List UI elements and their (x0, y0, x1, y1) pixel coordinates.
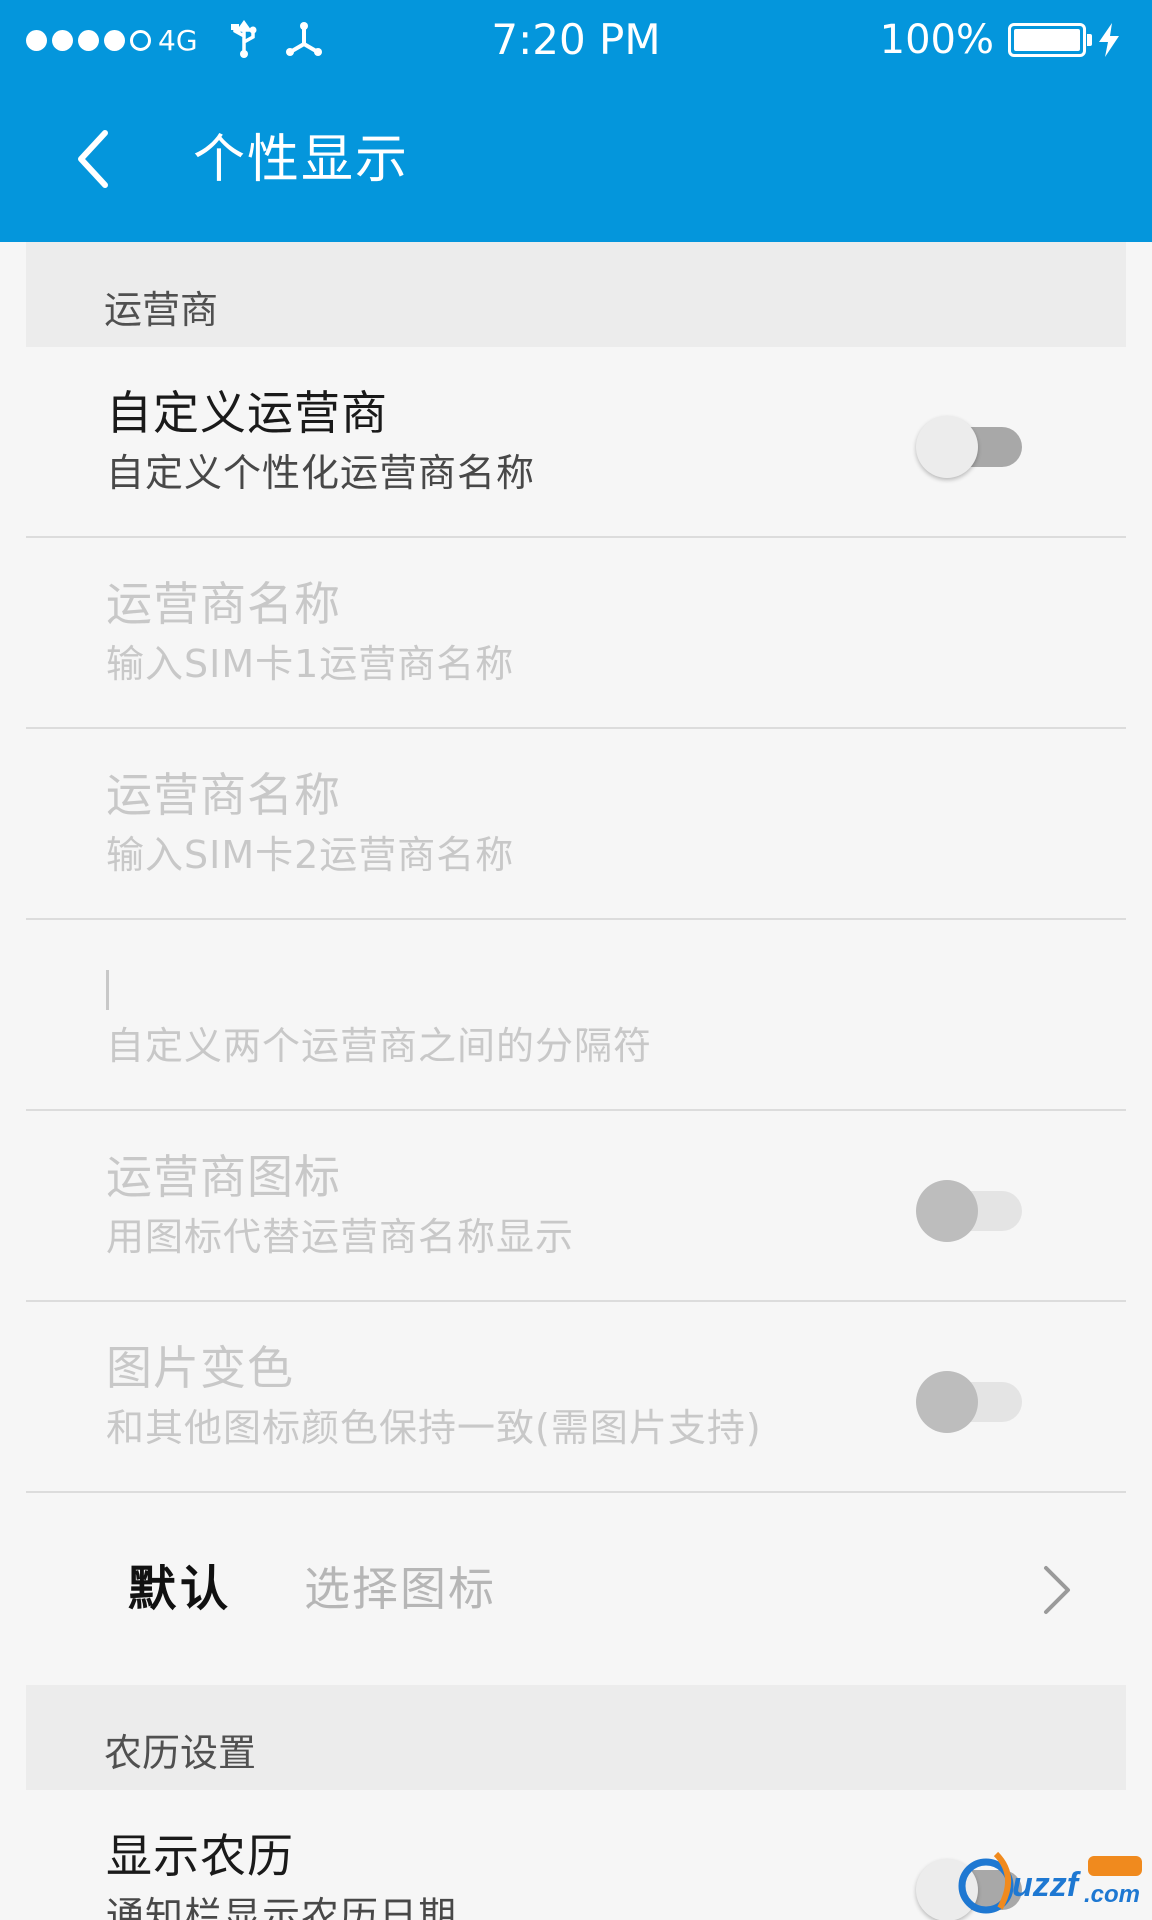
row-subtitle: 用图标代替运营商名称显示 (106, 1215, 575, 1259)
row-title: 运营商图标 (106, 1150, 341, 1204)
row-subtitle: 自定义个性化运营商名称 (106, 451, 536, 495)
sim2-carrier-name-row: 运营商名称 输入SIM卡2运营商名称 (26, 729, 1126, 920)
custom-carrier-row[interactable]: 自定义运营商 自定义个性化运营商名称 (26, 347, 1126, 538)
separator-value (106, 970, 109, 1010)
select-icon-row[interactable]: 默认 选择图标 (26, 1493, 1126, 1685)
app-bar: 个性显示 (0, 80, 1152, 242)
row-subtitle: 自定义两个运营商之间的分隔符 (106, 1024, 653, 1068)
chevron-left-icon (78, 130, 108, 188)
toggle-knob (916, 1371, 978, 1433)
select-icon-value: 选择图标 (304, 1562, 496, 1616)
row-subtitle: 输入SIM卡2运营商名称 (106, 833, 515, 877)
row-title: 运营商名称 (106, 768, 341, 822)
sim1-carrier-name-row: 运营商名称 输入SIM卡1运营商名称 (26, 538, 1126, 729)
custom-carrier-toggle[interactable] (916, 416, 1026, 478)
section-header-carrier: 运营商 (26, 242, 1126, 347)
toggle-knob (916, 1180, 978, 1242)
row-title: 自定义运营商 (106, 386, 388, 440)
svg-text:.com: .com (1084, 1881, 1140, 1908)
carrier-icon-toggle (916, 1180, 1026, 1242)
battery-icon (1008, 23, 1092, 57)
back-button[interactable] (58, 118, 128, 200)
charging-icon (1099, 23, 1119, 57)
row-subtitle: 通知栏显示农历日期 (106, 1894, 458, 1920)
row-subtitle: 输入SIM卡1运营商名称 (106, 642, 515, 686)
row-title: 图片变色 (106, 1341, 294, 1395)
battery-percent: 100% (879, 17, 994, 63)
row-title: 显示农历 (106, 1829, 294, 1883)
icon-default-label: 默认 (128, 1561, 233, 1617)
section-header-lunar: 农历设置 (26, 1685, 1126, 1790)
image-tint-row: 图片变色 和其他图标颜色保持一致(需图片支持) (26, 1302, 1126, 1493)
row-subtitle: 和其他图标颜色保持一致(需图片支持) (106, 1406, 762, 1450)
carrier-icon-row: 运营商图标 用图标代替运营商名称显示 (26, 1111, 1126, 1302)
toggle-knob (916, 416, 978, 478)
chevron-right-icon (1044, 1566, 1070, 1614)
battery-fill (1014, 29, 1080, 51)
section-header-label: 农历设置 (104, 1731, 257, 1775)
settings-list: 运营商 自定义运营商 自定义个性化运营商名称 运营商名称 输入SIM卡1运营商名… (26, 242, 1126, 1920)
watermark-logo-icon: uzzf .com (958, 1851, 1142, 1914)
svg-text:uzzf: uzzf (1012, 1866, 1082, 1904)
row-title: 运营商名称 (106, 577, 341, 631)
page-title: 个性显示 (193, 130, 410, 190)
status-right: 100% (880, 16, 1122, 64)
separator-row: 自定义两个运营商之间的分隔符 (26, 920, 1126, 1111)
status-bar: 4G 7:20 PM 100% (0, 0, 1152, 80)
section-header-label: 运营商 (104, 288, 219, 332)
image-tint-toggle (916, 1371, 1026, 1433)
